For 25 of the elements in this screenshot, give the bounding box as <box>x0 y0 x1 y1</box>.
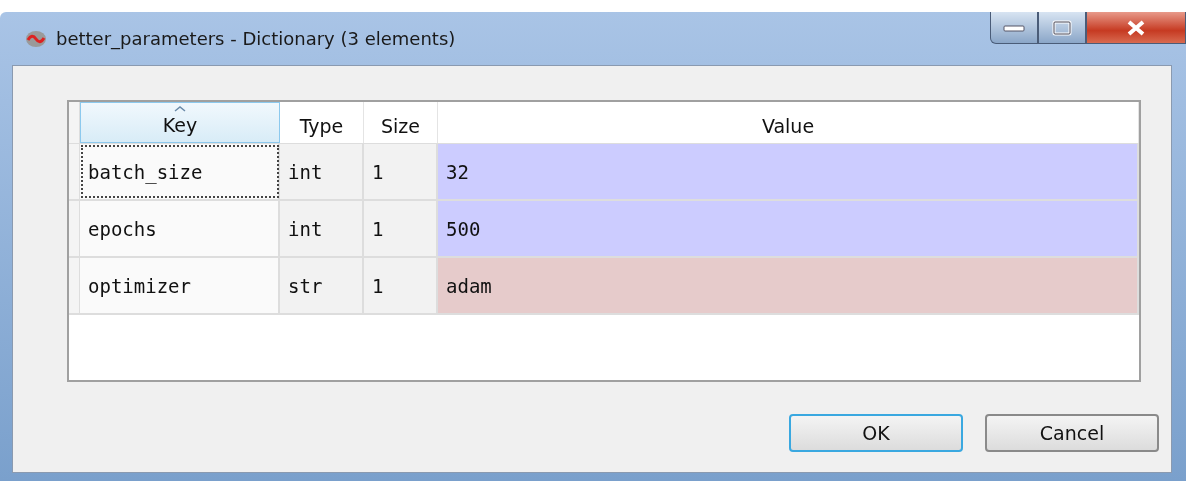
window-title: better_parameters - Dictionary (3 elements) <box>56 28 456 49</box>
close-button[interactable] <box>1086 12 1186 44</box>
table-cell: adam <box>438 258 1139 313</box>
cancel-button[interactable]: Cancel <box>985 414 1159 452</box>
column-header[interactable]: Value <box>438 102 1139 143</box>
table-cell: 32 <box>438 144 1139 199</box>
minimize-button[interactable] <box>990 12 1038 44</box>
table-cell[interactable]: optimizer <box>80 258 280 313</box>
maximize-button[interactable] <box>1038 12 1086 44</box>
table-cell[interactable]: batch_size <box>80 144 280 199</box>
table-cell[interactable]: epochs <box>80 201 280 256</box>
table-cell: int <box>280 201 364 256</box>
table-cell: 1 <box>364 201 438 256</box>
table-cell: 1 <box>364 144 438 199</box>
column-header[interactable]: Key <box>80 102 280 143</box>
ok-button[interactable]: OK <box>789 414 963 452</box>
table-cell: 1 <box>364 258 438 313</box>
column-header[interactable]: Size <box>364 102 438 143</box>
column-header[interactable]: Type <box>280 102 364 143</box>
minimize-icon <box>1001 22 1027 33</box>
app-icon <box>24 28 48 49</box>
table-cell: str <box>280 258 364 313</box>
sort-caret-icon <box>174 106 186 112</box>
table-cell: 500 <box>438 201 1139 256</box>
table-cell: int <box>280 144 364 199</box>
